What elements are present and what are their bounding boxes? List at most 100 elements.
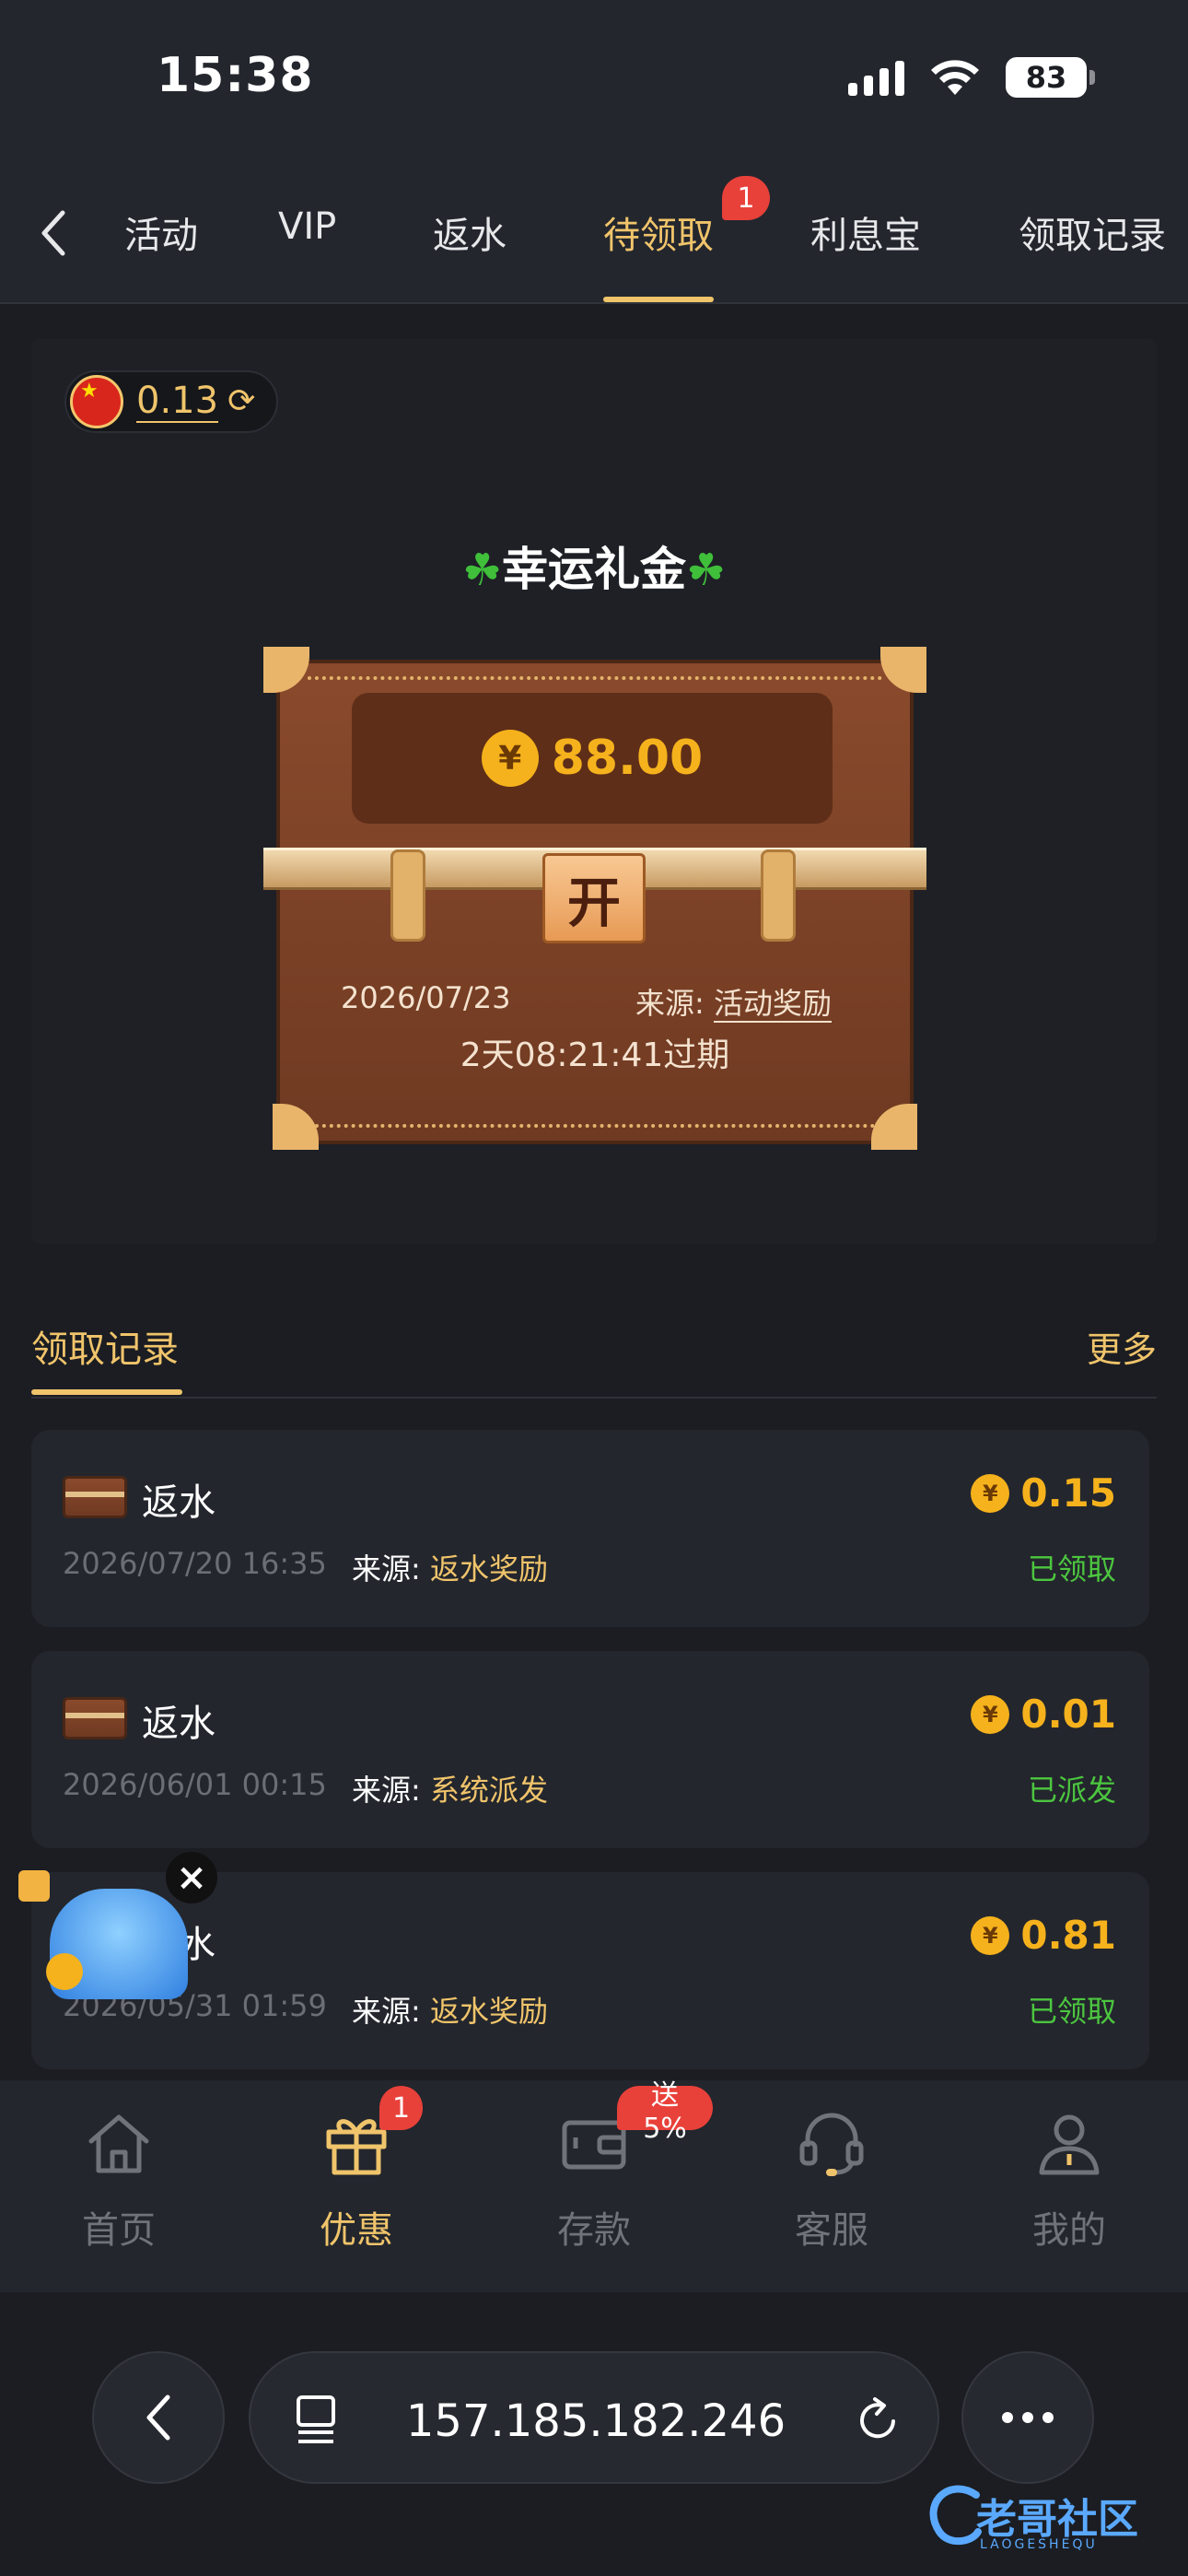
records-title[interactable]: 领取记录 bbox=[31, 1319, 179, 1373]
balance-pill[interactable]: 0.13 ⟳ bbox=[64, 370, 278, 433]
nav-home[interactable]: 首页 bbox=[0, 2080, 238, 2292]
more-options-button[interactable] bbox=[961, 2351, 1094, 2484]
coin-icon bbox=[46, 1953, 83, 1990]
record-date: 2026/06/01 00:15 bbox=[63, 1767, 327, 1802]
record-status: 已领取 bbox=[1027, 1551, 1116, 1587]
nav-deposit[interactable]: 送5% 存款 bbox=[475, 2079, 713, 2292]
dot bbox=[1042, 2412, 1054, 2423]
record-amount: ¥ 0.15 bbox=[971, 1470, 1116, 1516]
china-flag-icon bbox=[70, 375, 123, 428]
user-icon bbox=[1039, 2114, 1100, 2175]
record-item[interactable]: 返水 2026/06/01 00:15 来源: 系统派发 ¥ 0.01 已派发 bbox=[31, 1651, 1149, 1848]
watermark-subtext: LAOGESHEQU bbox=[980, 2537, 1098, 2552]
record-item[interactable]: 返水 2026/07/20 16:35 来源: 返水奖励 ¥ 0.15 已领取 bbox=[31, 1430, 1149, 1627]
headset-icon bbox=[799, 2113, 864, 2176]
url-text: 157.185.182.246 bbox=[405, 2395, 786, 2447]
tab-pending-badge: 1 bbox=[722, 176, 770, 220]
gift-source: 来源: 活动奖励 bbox=[635, 980, 832, 1023]
record-amount-value: 0.15 bbox=[1020, 1470, 1116, 1516]
nav-profile[interactable]: 我的 bbox=[950, 2080, 1188, 2292]
treasure-chest[interactable]: ¥ 88.00 开 2026/07/23 来源: 活动奖励 2天08:21:41… bbox=[263, 641, 926, 1150]
browser-back-button[interactable] bbox=[92, 2351, 225, 2484]
balance-value: 0.13 bbox=[136, 380, 219, 423]
nav-support-label: 客服 bbox=[795, 2209, 868, 2252]
record-status: 已派发 bbox=[1027, 1773, 1116, 1808]
record-source: 来源: 返水奖励 bbox=[352, 1988, 548, 2031]
tab-interest[interactable]: 利息宝 bbox=[810, 205, 921, 259]
nav-deposit-badge: 送5% bbox=[617, 2079, 713, 2145]
record-source: 来源: 系统派发 bbox=[352, 1767, 548, 1809]
record-source-value: 返水奖励 bbox=[429, 1994, 548, 2029]
chest-latch bbox=[761, 849, 796, 942]
clover-icon: ☘ bbox=[686, 544, 727, 596]
reload-icon[interactable] bbox=[855, 2395, 901, 2443]
close-icon[interactable]: × bbox=[166, 1852, 217, 1903]
nav-profile-label: 我的 bbox=[1032, 2209, 1106, 2252]
record-amount: ¥ 0.81 bbox=[971, 1913, 1116, 1958]
status-time: 15:38 bbox=[157, 48, 314, 103]
open-chest-button[interactable]: 开 bbox=[542, 853, 646, 943]
nav-promotions-label: 优惠 bbox=[320, 2209, 393, 2252]
record-amount-value: 0.01 bbox=[1020, 1692, 1116, 1737]
address-bar[interactable]: 157.185.182.246 bbox=[249, 2351, 939, 2484]
yuan-coin-icon: ¥ bbox=[971, 1915, 1010, 1955]
record-source-value: 系统派发 bbox=[429, 1773, 548, 1808]
watermark-text: 老哥社区 bbox=[976, 2496, 1138, 2543]
gift-title: ☘幸运礼金☘ bbox=[0, 533, 1188, 599]
home-icon bbox=[88, 2114, 149, 2173]
dot bbox=[1022, 2412, 1033, 2423]
gift-box-icon bbox=[18, 1870, 50, 1902]
tab-pending[interactable]: 待领取 bbox=[603, 205, 714, 259]
watermark-logo: 老哥社区 LAOGESHEQU bbox=[921, 2469, 1179, 2561]
dot bbox=[1002, 2412, 1013, 2423]
nav-promotions[interactable]: 1 优惠 bbox=[238, 2080, 475, 2292]
yuan-coin-icon: ¥ bbox=[481, 730, 539, 787]
tab-rebate[interactable]: 返水 bbox=[433, 205, 507, 259]
record-date: 2026/07/20 16:35 bbox=[63, 1546, 327, 1581]
tab-activity[interactable]: 活动 bbox=[124, 205, 198, 259]
gift-date: 2026/07/23 bbox=[341, 980, 511, 1015]
wifi-icon bbox=[931, 60, 979, 95]
gift-countdown: 2天08:21:41过期 bbox=[460, 1036, 730, 1074]
record-source-value: 返水奖励 bbox=[429, 1551, 548, 1587]
nav-deposit-label: 存款 bbox=[557, 2209, 631, 2252]
chevron-left-icon bbox=[146, 2395, 170, 2441]
gift-source-label: 来源: bbox=[635, 986, 705, 1021]
record-source-label: 来源: bbox=[352, 1773, 421, 1808]
battery-indicator: 83 bbox=[1006, 57, 1095, 98]
nav-support[interactable]: 客服 bbox=[713, 2080, 950, 2292]
record-source: 来源: 返水奖励 bbox=[352, 1546, 548, 1588]
top-tab-bar: 活动 VIP 返水 待领取 1 利息宝 领取记录 bbox=[0, 161, 1188, 304]
records-title-indicator bbox=[31, 1389, 182, 1395]
tab-records[interactable]: 领取记录 bbox=[1019, 205, 1166, 259]
more-link[interactable]: 更多 bbox=[1087, 1321, 1157, 1372]
gift-title-text: 幸运礼金 bbox=[502, 543, 686, 596]
record-amount-value: 0.81 bbox=[1020, 1913, 1116, 1958]
record-title: 返水 bbox=[142, 1703, 215, 1745]
bottom-nav: 首页 1 优惠 送5% 存款 客服 我的 bbox=[0, 2079, 1188, 2292]
gift-amount: ¥ 88.00 bbox=[352, 730, 833, 787]
yuan-coin-icon: ¥ bbox=[971, 1694, 1010, 1734]
gift-source-link[interactable]: 活动奖励 bbox=[713, 986, 832, 1023]
chevron-left-icon[interactable] bbox=[33, 205, 74, 261]
record-title: 返水 bbox=[142, 1481, 215, 1524]
yuan-coin-icon: ¥ bbox=[971, 1473, 1010, 1513]
tab-vip[interactable]: VIP bbox=[278, 205, 336, 248]
status-bar: 15:38 83 bbox=[0, 0, 1188, 161]
nav-home-label: 首页 bbox=[82, 2209, 156, 2252]
status-icons: 83 bbox=[848, 57, 1095, 98]
record-source-label: 来源: bbox=[352, 1551, 421, 1587]
floating-promo-widget[interactable]: × bbox=[18, 1852, 217, 2008]
chest-icon bbox=[63, 1476, 127, 1518]
chest-icon bbox=[63, 1697, 127, 1739]
signal-icon bbox=[848, 59, 904, 96]
active-tab-indicator bbox=[603, 297, 714, 302]
nav-promotions-badge: 1 bbox=[379, 2086, 424, 2130]
record-status: 已领取 bbox=[1027, 1994, 1116, 2029]
clover-icon: ☘ bbox=[461, 544, 502, 596]
refresh-icon[interactable]: ⟳ bbox=[227, 383, 264, 420]
record-source-label: 来源: bbox=[352, 1994, 421, 2029]
gift-amount-value: 88.00 bbox=[551, 731, 704, 786]
chest-studs bbox=[308, 1124, 882, 1131]
chest-latch bbox=[390, 849, 425, 942]
